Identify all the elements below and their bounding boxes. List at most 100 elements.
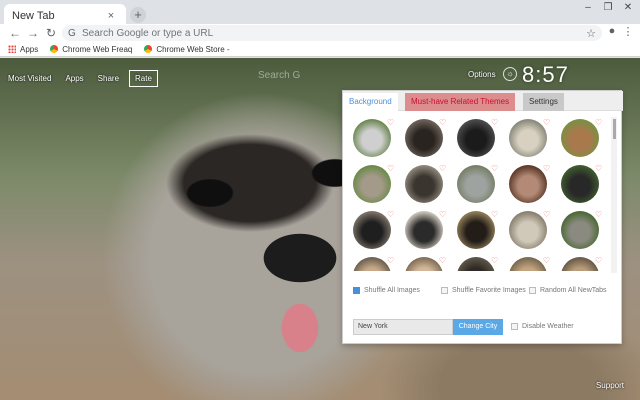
weather-icon[interactable]: ☼ (503, 67, 517, 81)
bookmark-chrome-web-freaq[interactable]: Chrome Web Freaq (50, 45, 132, 54)
favorite-heart-icon[interactable]: ♡ (387, 165, 395, 173)
favorite-heart-icon[interactable]: ♡ (595, 257, 603, 265)
close-window-icon[interactable]: ✕ (618, 0, 638, 18)
favorite-heart-icon[interactable]: ♡ (491, 165, 499, 173)
tab-title: New Tab (12, 10, 55, 22)
checkbox-label: Random All NewTabs (540, 287, 607, 294)
scrollbar-thumb[interactable] (613, 119, 616, 139)
background-thumbnail[interactable] (457, 211, 495, 249)
background-thumbnail[interactable] (405, 211, 443, 249)
chrome-icon (50, 45, 59, 53)
favorite-heart-icon[interactable]: ♡ (439, 257, 447, 265)
clock: 8:57 (522, 62, 569, 87)
favorite-heart-icon[interactable]: ♡ (595, 119, 603, 127)
background-thumbnail[interactable] (561, 211, 599, 249)
background-thumbnail[interactable] (353, 257, 391, 271)
shuffle-options: Shuffle All Images Shuffle Favorite Imag… (353, 287, 619, 301)
background-thumbnail[interactable] (509, 165, 547, 203)
back-icon[interactable]: ← (6, 26, 24, 40)
background-thumbnail[interactable] (561, 119, 599, 157)
panel-tabs: Background Must-have Related Themes Sett… (343, 91, 623, 111)
background-thumbnail[interactable] (457, 257, 495, 271)
background-thumbnail[interactable] (509, 211, 547, 249)
background-thumbnail[interactable] (561, 257, 599, 271)
new-tab-button[interactable]: + (130, 7, 146, 23)
tab-background[interactable]: Background (343, 93, 398, 111)
background-thumbnail[interactable] (561, 165, 599, 203)
checkbox-label: Shuffle All Images (364, 287, 420, 294)
reload-icon[interactable]: ↻ (42, 26, 60, 40)
checkbox-icon[interactable] (529, 287, 536, 294)
favorite-heart-icon[interactable]: ♡ (387, 119, 395, 127)
background-thumbnail[interactable] (405, 257, 443, 271)
disable-weather-checkbox[interactable]: Disable Weather (511, 323, 574, 330)
background-thumbnail[interactable] (509, 257, 547, 271)
shuffle-all-checkbox[interactable]: Shuffle All Images (353, 287, 420, 294)
background-thumbnail[interactable] (457, 119, 495, 157)
checkbox-icon[interactable] (353, 287, 360, 294)
top-links: Most Visited Apps Share Rate (4, 70, 158, 87)
city-input[interactable]: New York (353, 319, 453, 335)
forward-icon[interactable]: → (24, 26, 42, 40)
favorite-heart-icon[interactable]: ♡ (543, 211, 551, 219)
background-thumbnail[interactable] (405, 165, 443, 203)
minimize-icon[interactable]: – (578, 0, 598, 18)
favorite-heart-icon[interactable]: ♡ (491, 257, 499, 265)
search-placeholder[interactable]: Search G (258, 70, 300, 81)
bookmark-star-icon[interactable]: ☆ (586, 27, 596, 40)
shuffle-favorite-checkbox[interactable]: Shuffle Favorite Images (441, 287, 526, 294)
favorite-heart-icon[interactable]: ♡ (387, 257, 395, 265)
bookmark-chrome-web-store[interactable]: Chrome Web Store - (144, 44, 230, 54)
bookmark-label: Chrome Web Freaq (62, 44, 133, 54)
bookmarks-bar: Apps Chrome Web Freaq Chrome Web Store - (0, 42, 640, 57)
checkbox-label: Shuffle Favorite Images (452, 287, 526, 294)
favorite-heart-icon[interactable]: ♡ (543, 165, 551, 173)
bookmark-label: Chrome Web Store - (156, 44, 230, 54)
restore-icon[interactable]: ❐ (598, 0, 618, 18)
random-newtabs-checkbox[interactable]: Random All NewTabs (529, 287, 607, 294)
options-panel: Background Must-have Related Themes Sett… (342, 90, 623, 344)
checkbox-icon[interactable] (511, 323, 518, 330)
apps-link[interactable]: Apps (61, 70, 87, 87)
most-visited-link[interactable]: Most Visited (4, 70, 55, 87)
share-link[interactable]: Share (94, 70, 123, 87)
bookmark-label: Apps (20, 44, 39, 54)
tab-close-icon[interactable]: × (104, 10, 118, 22)
toolbar: ← → ↻ G Search Google or type a URL ☆ ● … (0, 24, 640, 42)
favorite-heart-icon[interactable]: ♡ (491, 211, 499, 219)
checkbox-label: Disable Weather (522, 323, 574, 330)
chrome-icon (144, 45, 153, 53)
favorite-heart-icon[interactable]: ♡ (595, 165, 603, 173)
favorite-heart-icon[interactable]: ♡ (439, 165, 447, 173)
apps-grid-icon (8, 45, 16, 53)
change-city-button[interactable]: Change City (453, 319, 503, 335)
bookmark-apps[interactable]: Apps (8, 45, 38, 54)
support-link[interactable]: Support (596, 381, 624, 390)
favorite-heart-icon[interactable]: ♡ (387, 211, 395, 219)
favorite-heart-icon[interactable]: ♡ (439, 119, 447, 127)
google-icon: G (68, 27, 76, 39)
favorite-heart-icon[interactable]: ♡ (439, 211, 447, 219)
favorite-heart-icon[interactable]: ♡ (595, 211, 603, 219)
rate-link[interactable]: Rate (129, 70, 158, 87)
tab-related-themes[interactable]: Must-have Related Themes (405, 93, 516, 111)
checkbox-icon[interactable] (441, 287, 448, 294)
background-thumbnail[interactable] (457, 165, 495, 203)
favorite-heart-icon[interactable]: ♡ (543, 257, 551, 265)
new-tab-page: Most Visited Apps Share Rate Search G Op… (0, 58, 640, 400)
background-thumbnail[interactable] (353, 165, 391, 203)
tab-settings[interactable]: Settings (523, 93, 564, 111)
background-thumbnail[interactable] (509, 119, 547, 157)
favorite-heart-icon[interactable]: ♡ (491, 119, 499, 127)
profile-icon[interactable]: ● (604, 25, 620, 41)
background-thumbnail[interactable] (353, 119, 391, 157)
favorite-heart-icon[interactable]: ♡ (543, 119, 551, 127)
menu-icon[interactable]: ⋮ (620, 25, 636, 41)
omnibox-placeholder: Search Google or type a URL (82, 27, 214, 39)
background-thumbnail[interactable] (405, 119, 443, 157)
scrollbar-track[interactable] (611, 117, 617, 273)
background-thumbnail[interactable] (353, 211, 391, 249)
options-link[interactable]: Options (468, 70, 496, 79)
background-thumbnails: ♡♡♡♡♡♡♡♡♡♡♡♡♡♡♡♡♡♡♡♡♡♡♡♡♡ (349, 119, 611, 271)
omnibox[interactable]: G Search Google or type a URL ☆ (62, 25, 602, 41)
